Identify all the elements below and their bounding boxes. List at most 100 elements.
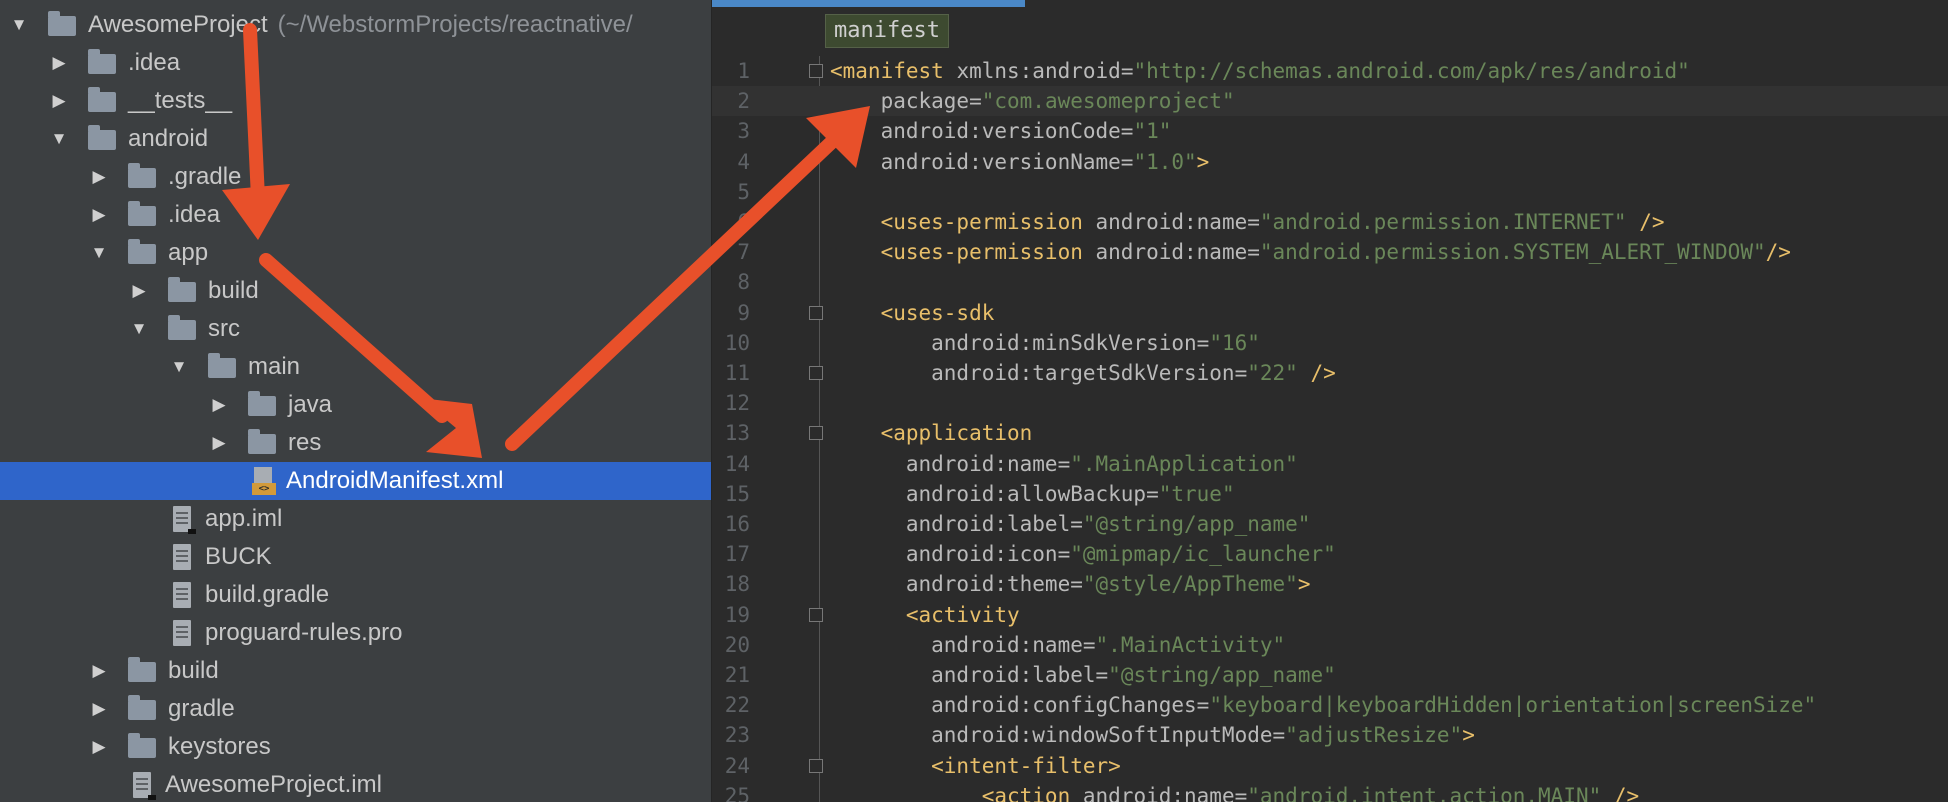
tree-item[interactable]: ▼ app [0, 234, 711, 272]
line-number: 20 [724, 633, 750, 657]
tree-item[interactable]: ▶build.gradle [0, 576, 711, 614]
code-token: /> [1626, 210, 1665, 234]
code-line[interactable]: 8 [712, 267, 1948, 297]
tree-item-label: src [208, 315, 240, 342]
code-token: = [1234, 361, 1248, 385]
code-line[interactable]: 12 [712, 388, 1948, 418]
chevron-down-icon[interactable]: ▼ [48, 120, 70, 158]
fold-marker-icon[interactable] [809, 366, 823, 380]
chevron-right-icon[interactable]: ▶ [128, 272, 150, 310]
code-line[interactable]: 19 <activity [712, 600, 1948, 630]
line-number: 21 [724, 663, 750, 687]
tree-item-label: proguard-rules.pro [205, 619, 403, 646]
tree-item[interactable]: ▶ res [0, 424, 711, 462]
code-line[interactable]: 4 android:versionName="1.0"> [712, 147, 1948, 177]
code-line[interactable]: 25 <action android:name="android.intent.… [712, 781, 1948, 802]
code-line[interactable]: 17 android:icon="@mipmap/ic_launcher" [712, 539, 1948, 569]
tree-root-awesomeproject[interactable]: ▼ AwesomeProject (~/WebstormProjects/rea… [0, 6, 711, 44]
code-token: android:name [830, 633, 1083, 657]
tree-item[interactable]: ▶app.iml [0, 500, 711, 538]
tree-item[interactable]: ▼ android [0, 120, 711, 158]
tree-item[interactable]: ▶ .idea [0, 196, 711, 234]
code-token: = [1120, 119, 1134, 143]
code-token: "@mipmap/ic_launcher" [1070, 542, 1336, 566]
code-line[interactable]: 5 [712, 177, 1948, 207]
active-tab-indicator[interactable] [712, 0, 1025, 7]
code-line[interactable]: 20 android:name=".MainActivity" [712, 630, 1948, 660]
code-token: "http://schemas.android.com/apk/res/andr… [1133, 59, 1690, 83]
fold-marker-icon[interactable] [809, 306, 823, 320]
code-line[interactable]: 23 android:windowSoftInputMode="adjustRe… [712, 720, 1948, 750]
code-line[interactable]: 6 <uses-permission android:name="android… [712, 207, 1948, 237]
tree-item[interactable]: ▶ build [0, 652, 711, 690]
code-line[interactable]: 24 <intent-filter> [712, 751, 1948, 781]
line-number: 25 [724, 784, 750, 802]
tree-item-label: AndroidManifest.xml [286, 467, 504, 494]
chevron-right-icon[interactable]: ▶ [48, 44, 70, 82]
file-icon [173, 620, 191, 646]
chevron-right-icon[interactable]: ▶ [208, 424, 230, 462]
code-line[interactable]: 3 android:versionCode="1" [712, 116, 1948, 146]
chevron-down-icon[interactable]: ▼ [168, 348, 190, 386]
code-line[interactable]: 22 android:configChanges="keyboard|keybo… [712, 690, 1948, 720]
code-line[interactable]: 1 <manifest xmlns:android="http://schemas… [712, 56, 1948, 86]
code-line[interactable]: 10 android:minSdkVersion="16" [712, 328, 1948, 358]
chevron-right-icon[interactable]: ▶ [88, 652, 110, 690]
chevron-right-icon[interactable]: ▶ [88, 158, 110, 196]
code-line[interactable]: 9 <uses-sdk [712, 298, 1948, 328]
code-token: /> [1765, 240, 1791, 264]
fold-marker-icon[interactable] [809, 759, 823, 773]
code-token: = [1146, 482, 1159, 506]
code-line[interactable]: 14 android:name=".MainApplication" [712, 449, 1948, 479]
chevron-right-icon[interactable]: ▶ [88, 690, 110, 728]
line-number: 14 [724, 452, 750, 476]
code-line[interactable]: 7 <uses-permission android:name="android… [712, 237, 1948, 267]
fold-marker-icon[interactable] [809, 64, 823, 78]
breadcrumb[interactable]: manifest [825, 14, 949, 48]
code-line[interactable]: 11 android:targetSdkVersion="22" /> [712, 358, 1948, 388]
chevron-right-icon[interactable]: ▶ [48, 82, 70, 120]
tree-item[interactable]: ▶proguard-rules.pro [0, 614, 711, 652]
chevron-down-icon[interactable]: ▼ [128, 310, 150, 348]
code-line[interactable]: 21 android:label="@string/app_name" [712, 660, 1948, 690]
folder-icon [168, 315, 196, 340]
code-token: = [1272, 723, 1286, 747]
code-line[interactable]: 13 <application [712, 418, 1948, 448]
line-number: 10 [724, 331, 750, 355]
code-line[interactable]: 16 android:label="@string/app_name" [712, 509, 1948, 539]
code-editor[interactable]: manifest 1 <manifest xmlns:android="http:… [711, 0, 1948, 802]
tree-item[interactable]: ▶ gradle [0, 690, 711, 728]
tree-item[interactable]: ▶ java [0, 386, 711, 424]
chevron-down-icon[interactable]: ▼ [88, 234, 110, 272]
fold-marker-icon[interactable] [809, 608, 823, 622]
folder-icon [248, 429, 276, 454]
tree-item[interactable]: ▶AwesomeProject.iml [0, 766, 711, 802]
code-text: package="com.awesomeproject" [830, 86, 1235, 116]
code-text: <intent-filter> [830, 751, 1121, 781]
chevron-right-icon[interactable]: ▶ [88, 196, 110, 234]
tree-item[interactable]: ▶ .gradle [0, 158, 711, 196]
tree-item[interactable]: ▶ keystores [0, 728, 711, 766]
code-text: <manifest xmlns:android="http://schemas.… [830, 56, 1690, 86]
code-line[interactable]: 18 android:theme="@style/AppTheme"> [712, 569, 1948, 599]
tree-item[interactable]: ▶ __tests__ [0, 82, 711, 120]
tree-item[interactable]: ▶ build [0, 272, 711, 310]
tree-item[interactable]: ▼ main [0, 348, 711, 386]
file-icon [173, 506, 196, 534]
code-token: android:name [1095, 210, 1248, 234]
tree-item[interactable]: ▶BUCK [0, 538, 711, 576]
code-text: android:icon="@mipmap/ic_launcher" [830, 539, 1336, 569]
tree-item[interactable]: ▼ src [0, 310, 711, 348]
chevron-right-icon[interactable]: ▶ [208, 386, 230, 424]
code-token: "keyboard|keyboardHidden|orientation|scr… [1209, 693, 1817, 717]
code-text: <uses-permission android:name="android.p… [830, 207, 1665, 237]
chevron-right-icon[interactable]: ▶ [88, 728, 110, 766]
code-line[interactable]: 2 package="com.awesomeproject" [712, 86, 1948, 116]
code-token: = [1057, 452, 1071, 476]
code-line[interactable]: 15 android:allowBackup="true" [712, 479, 1948, 509]
fold-marker-icon[interactable] [809, 426, 823, 440]
chevron-down-icon[interactable]: ▼ [8, 6, 30, 44]
tree-item[interactable]: ▶<>AndroidManifest.xml [0, 462, 711, 500]
code-token: <intent-filter> [830, 754, 1121, 778]
tree-item[interactable]: ▶ .idea [0, 44, 711, 82]
